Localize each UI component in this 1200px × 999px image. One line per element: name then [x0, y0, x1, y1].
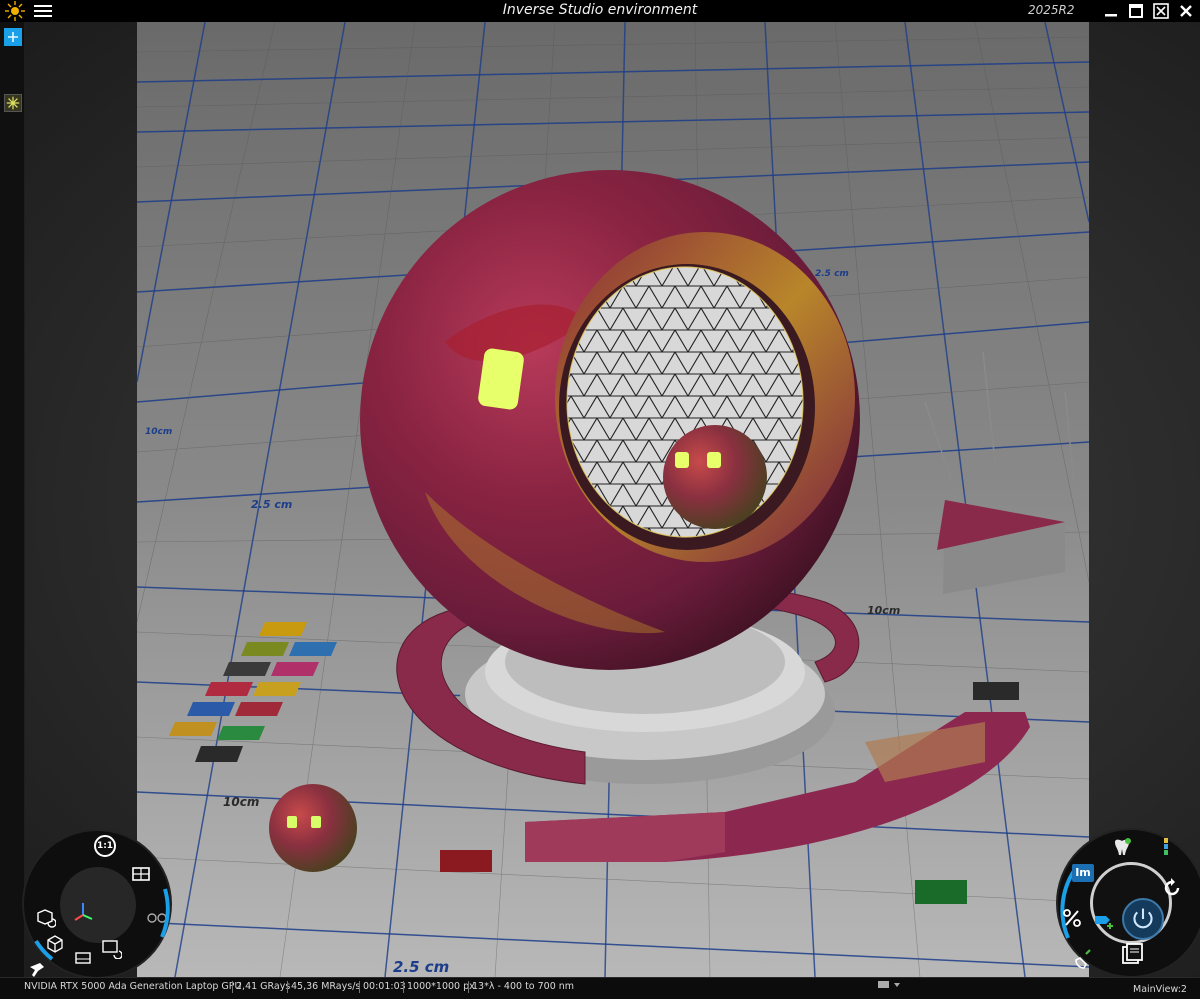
render-time: 00:01:03	[363, 981, 406, 992]
plus-icon	[8, 32, 18, 42]
satellite-icon[interactable]	[1072, 946, 1096, 970]
status-bar: NVIDIA RTX 5000 Ada Generation Laptop GP…	[0, 977, 1200, 999]
hamburger-menu-icon[interactable]	[34, 3, 52, 19]
close-icon[interactable]	[1177, 2, 1195, 20]
percent-icon[interactable]	[1060, 906, 1084, 930]
comment-dropdown-icon[interactable]	[877, 980, 903, 992]
save-icon[interactable]	[1120, 942, 1144, 966]
version-label: 2025R2	[1028, 3, 1075, 17]
sparkle-icon	[6, 96, 20, 110]
view-name: MainView:2	[1133, 984, 1187, 995]
window-title: Inverse Studio environment	[502, 2, 698, 18]
add-view-button[interactable]	[4, 28, 22, 46]
mrays-rate: 45,36 MRays/s	[291, 981, 361, 992]
navigation-wheel: 1:1	[22, 829, 172, 979]
floor-label: 2.5 cm	[251, 498, 292, 511]
rendered-scene: 10cm 2.5 cm 10cm 2.5 cm 10cm 2.5 cm	[136, 22, 1090, 977]
refresh-icon[interactable]	[1160, 876, 1184, 900]
gpu-name: NVIDIA RTX 5000 Ada Generation Laptop GP…	[24, 981, 242, 992]
spectral-range: 13*λ - 400 to 700 nm	[472, 981, 575, 992]
fullscreen-icon[interactable]	[1152, 2, 1170, 20]
floor-label: 2.5 cm	[393, 958, 449, 976]
floor-label: 10cm	[223, 795, 259, 809]
render-control-wheel: Im	[1056, 828, 1200, 978]
tooth-icon[interactable]	[1110, 836, 1134, 860]
sun-logo-icon[interactable]	[3, 1, 27, 21]
image-button[interactable]: Im	[1072, 864, 1094, 882]
inverse-studio-window: Inverse Studio environment 2025R2 10cm 2…	[0, 0, 1200, 999]
light-tool-button[interactable]	[4, 94, 22, 112]
render-viewport[interactable]: 10cm 2.5 cm 10cm 2.5 cm 10cm 2.5 cm	[25, 22, 1200, 977]
nav-progress-arc	[34, 888, 170, 961]
floor-label: 10cm	[867, 604, 900, 617]
power-icon	[1133, 908, 1153, 929]
title-bar: Inverse Studio environment 2025R2	[0, 0, 1200, 22]
resolution: 1000*1000 px	[407, 981, 475, 992]
minimize-icon[interactable]	[1102, 2, 1120, 20]
add-tag-icon[interactable]	[1092, 908, 1116, 932]
floor-label: 10cm	[145, 427, 172, 437]
maximize-icon[interactable]	[1127, 2, 1145, 20]
grays-counter: 2,41 GRays	[236, 981, 291, 992]
render-toggle-button[interactable]	[1122, 898, 1164, 940]
floor-label: 2.5 cm	[815, 269, 849, 279]
color-scale-icon[interactable]	[1154, 836, 1178, 860]
